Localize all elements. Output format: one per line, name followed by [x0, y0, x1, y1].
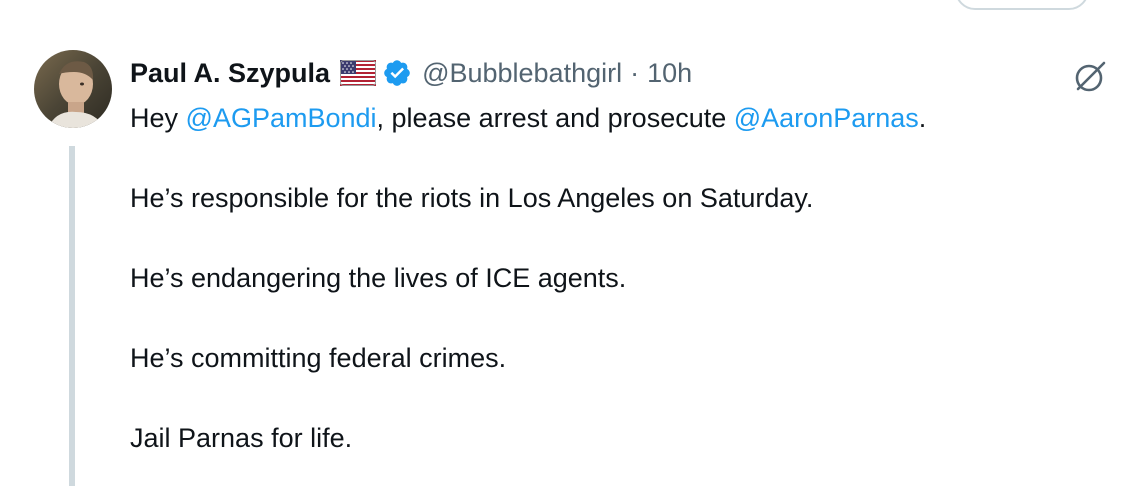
tweet-line-4: He’s committing federal crimes.	[130, 343, 507, 373]
tweet-line-1: Hey @AGPamBondi, please arrest and prose…	[130, 98, 1090, 138]
tweet-header: Paul A. Szypula @Bubblebathgirl · 10h	[130, 52, 692, 94]
author-handle[interactable]: @Bubblebathgirl	[422, 52, 622, 94]
tweet-text-segment: , please arrest and prosecute	[376, 103, 734, 133]
mention-link-agpambondi[interactable]: @AGPamBondi	[186, 103, 377, 133]
us-flag-icon	[340, 60, 377, 86]
verified-badge-icon[interactable]	[382, 58, 412, 88]
tweet-text-segment: Hey	[130, 103, 186, 133]
tweet-line-2: He’s responsible for the riots in Los An…	[130, 183, 814, 213]
tweet-text-segment: .	[918, 103, 927, 133]
mention-link-aaronparnas[interactable]: @AaronParnas	[734, 103, 919, 133]
separator-dot: ·	[630, 58, 640, 88]
author-display-name[interactable]: Paul A. Szypula	[130, 52, 330, 94]
thread-connector-line	[69, 146, 75, 486]
tweet-text: Hey @AGPamBondi, please arrest and prose…	[130, 98, 1090, 458]
grok-icon[interactable]	[1070, 56, 1110, 96]
tweet-line-5: Jail Parnas for life.	[130, 423, 353, 453]
avatar[interactable]	[34, 50, 112, 128]
tweet-line-3: He’s endangering the lives of ICE agents…	[130, 263, 627, 293]
tweet-timestamp[interactable]: 10h	[647, 52, 692, 94]
follow-button[interactable]	[955, 0, 1089, 10]
